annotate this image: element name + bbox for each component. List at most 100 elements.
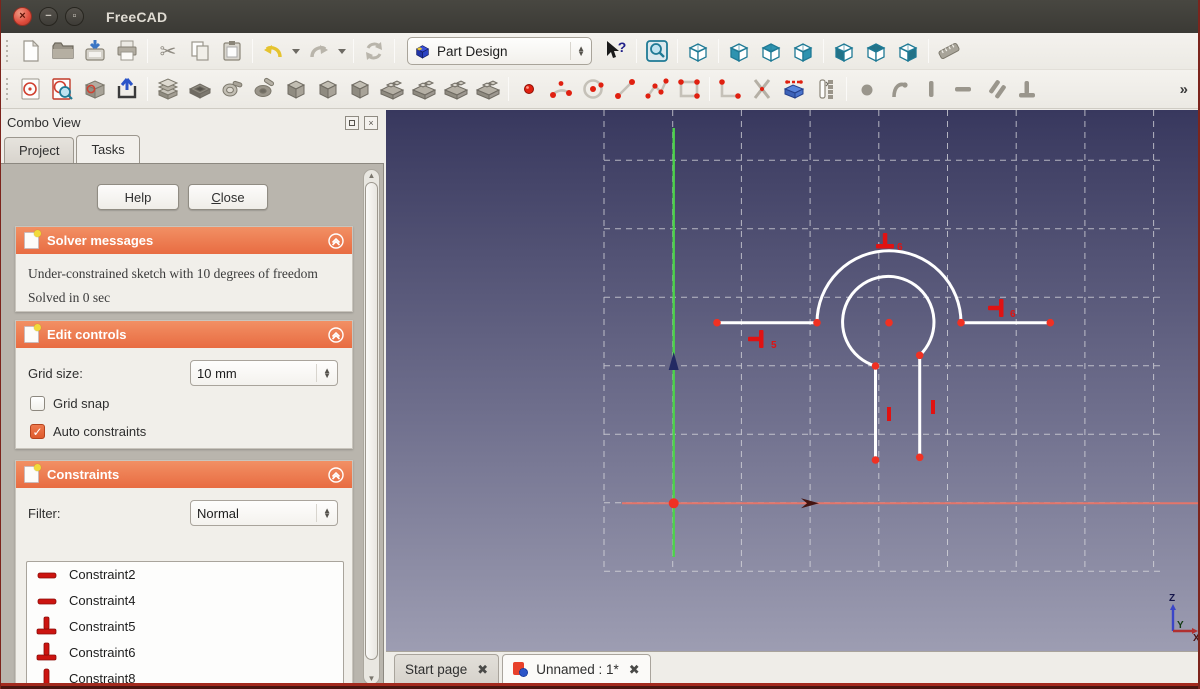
panel-float-button[interactable] (345, 115, 359, 130)
toolbar-overflow-button[interactable]: » (1180, 81, 1188, 98)
sketch-vertex[interactable] (915, 351, 924, 360)
subtractive-primitive-button[interactable] (312, 74, 344, 104)
mdi-tab-unnamed-1[interactable]: Unnamed : 1* ✖ (502, 654, 651, 684)
create-polyline-button[interactable] (641, 74, 673, 104)
polar-pattern-button[interactable] (440, 74, 472, 104)
fillet-feature-button[interactable] (344, 74, 376, 104)
top-view-button[interactable] (755, 36, 787, 66)
create-sketch-button[interactable] (15, 74, 47, 104)
collapse-icon[interactable] (328, 466, 344, 483)
mdi-tab-start-page[interactable]: Start page ✖ (394, 654, 500, 684)
tab-close-icon[interactable]: ✖ (477, 662, 488, 678)
vertical-constraint-marker[interactable] (887, 407, 891, 421)
scrollbar-thumb[interactable] (365, 182, 378, 660)
tab-close-icon[interactable]: ✖ (629, 662, 640, 678)
sketch-vertex[interactable] (885, 318, 893, 327)
panel-close-button[interactable]: × (364, 115, 378, 130)
viewport-background[interactable] (386, 110, 1200, 651)
trim-edge-button[interactable] (746, 74, 778, 104)
constraint-list[interactable]: Constraint2 Constraint4 Constraint5 Constra… (26, 561, 344, 688)
constraints-header[interactable]: Constraints (16, 461, 352, 488)
mirrored-feature-button[interactable] (376, 74, 408, 104)
grid-snap-checkbox-row[interactable]: Grid snap (30, 396, 109, 411)
auto-constraints-checkbox[interactable]: ✓ (30, 424, 45, 439)
auto-constraints-checkbox-row[interactable]: ✓ Auto constraints (30, 424, 146, 439)
multitransform-button[interactable] (472, 74, 504, 104)
paste-button[interactable] (216, 36, 248, 66)
print-button[interactable] (111, 36, 143, 66)
undo-button[interactable] (257, 36, 289, 66)
edit-sketch-button[interactable] (47, 74, 79, 104)
axonometric-view-button[interactable] (682, 36, 714, 66)
3d-viewport[interactable]: 6 5 6 Z YX (386, 110, 1200, 651)
constrain-perpendicular-button[interactable] (1011, 74, 1043, 104)
toolbar-drag-handle[interactable] (4, 78, 12, 100)
constraint-item[interactable]: Constraint6 (27, 639, 343, 665)
leave-sketch-button[interactable] (111, 74, 143, 104)
pocket-button[interactable] (184, 74, 216, 104)
left-view-button[interactable] (892, 36, 924, 66)
panel-scrollbar[interactable]: ▲ ▼ (363, 169, 380, 685)
copy-button[interactable] (184, 36, 216, 66)
grid-size-combobox[interactable]: 10 mm ▲ ▼ (190, 360, 338, 386)
whats-this-button[interactable]: ? (600, 36, 632, 66)
revolution-button[interactable] (216, 74, 248, 104)
sketch-vertex[interactable] (871, 362, 880, 370)
cut-button[interactable]: ✂ (152, 36, 184, 66)
measure-distance-button[interactable] (933, 36, 965, 66)
sketch-vertex[interactable] (915, 453, 924, 462)
collapse-icon[interactable] (328, 232, 344, 249)
groove-button[interactable] (248, 74, 280, 104)
filter-combobox[interactable]: Normal ▲ ▼ (190, 500, 338, 526)
window-maximize-button[interactable]: ▫ (65, 7, 84, 26)
create-point-button[interactable] (513, 74, 545, 104)
create-rectangle-button[interactable] (673, 74, 705, 104)
right-view-button[interactable] (787, 36, 819, 66)
pad-button[interactable] (152, 74, 184, 104)
origin-point[interactable] (668, 498, 679, 509)
front-view-button[interactable] (723, 36, 755, 66)
constrain-tangent-button[interactable] (883, 74, 915, 104)
grid-snap-checkbox[interactable] (30, 396, 45, 411)
new-document-button[interactable] (15, 36, 47, 66)
additive-primitive-button[interactable] (280, 74, 312, 104)
help-button[interactable]: Help (97, 184, 179, 210)
scroll-up-icon[interactable]: ▲ (367, 171, 376, 180)
save-button[interactable] (79, 36, 111, 66)
window-minimize-button[interactable]: − (39, 7, 58, 26)
spinner-arrows-icon[interactable]: ▲ ▼ (316, 504, 331, 522)
map-sketch-button[interactable] (79, 74, 111, 104)
window-close-button[interactable]: × (13, 7, 32, 26)
sketch-vertex[interactable] (1046, 318, 1055, 327)
constrain-coincident-button[interactable] (851, 74, 883, 104)
create-circle-button[interactable] (577, 74, 609, 104)
linear-pattern-button[interactable] (408, 74, 440, 104)
external-geometry-button[interactable] (778, 74, 810, 104)
tab-tasks[interactable]: Tasks (76, 135, 140, 163)
sketch-vertex[interactable] (813, 318, 821, 327)
constrain-parallel-button[interactable] (979, 74, 1011, 104)
edit-controls-header[interactable]: Edit controls (16, 321, 352, 348)
sketch-vertex[interactable] (871, 456, 880, 464)
toolbar-drag-handle[interactable] (4, 40, 12, 62)
constrain-vertical-button[interactable] (915, 74, 947, 104)
solver-messages-header[interactable]: Solver messages (16, 227, 352, 254)
create-line-button[interactable] (609, 74, 641, 104)
close-button[interactable]: Close (188, 184, 268, 210)
toggle-construction-button[interactable] (810, 74, 842, 104)
redo-button[interactable] (303, 36, 335, 66)
sketch-vertex[interactable] (713, 318, 721, 327)
constraint-item[interactable]: Constraint2 (27, 562, 343, 588)
workbench-selector[interactable]: Part Design ▲ ▼ (407, 37, 592, 65)
rear-view-button[interactable] (828, 36, 860, 66)
spinner-arrows-icon[interactable]: ▲ ▼ (316, 364, 331, 382)
vertical-constraint-marker[interactable] (931, 400, 935, 414)
undo-dropdown-arrow[interactable] (289, 36, 303, 66)
constrain-horizontal-button[interactable] (947, 74, 979, 104)
bottom-view-button[interactable] (860, 36, 892, 66)
create-arc-button[interactable] (545, 74, 577, 104)
tab-project[interactable]: Project (4, 137, 75, 163)
refresh-button[interactable] (358, 36, 390, 66)
fit-all-button[interactable] (641, 36, 673, 66)
create-fillet-button[interactable] (714, 74, 746, 104)
